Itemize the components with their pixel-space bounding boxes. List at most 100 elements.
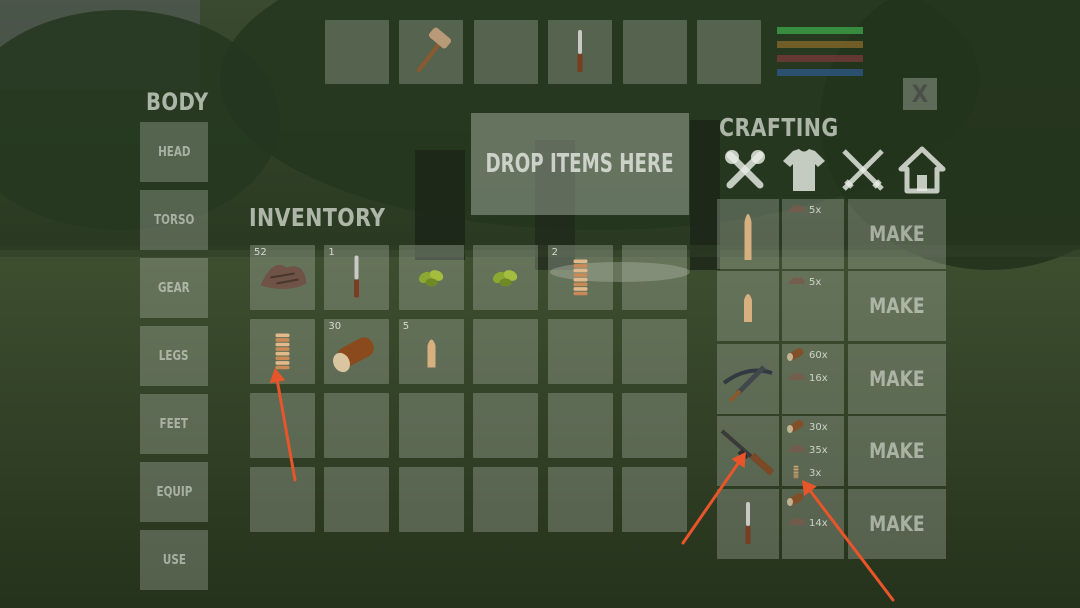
crossbow-icon <box>717 365 779 418</box>
requirement-row: 60x <box>786 347 828 364</box>
body-slot-feet[interactable]: FEET <box>140 394 208 454</box>
drop-zone-label: DROP ITEMS HERE <box>485 149 675 179</box>
wood-icon <box>786 347 806 364</box>
inventory-slot[interactable] <box>473 393 539 458</box>
inventory-slot[interactable] <box>324 467 390 532</box>
inventory-slot[interactable]: 30 <box>324 319 390 384</box>
wood-icon <box>786 492 806 509</box>
requirement-row <box>786 492 809 509</box>
tools-icon <box>720 150 770 199</box>
crafting-tab-weapons[interactable] <box>838 145 888 195</box>
inventory-slot[interactable] <box>622 245 687 310</box>
inventory-slot[interactable] <box>547 319 613 384</box>
inventory-slot[interactable] <box>473 467 539 532</box>
requirement-amount: 5x <box>809 277 822 289</box>
body-slot-use[interactable]: USE <box>140 530 208 590</box>
make-button[interactable]: MAKE <box>848 271 946 342</box>
requirement-row: 3x <box>786 465 821 482</box>
weapons-icon <box>838 149 888 199</box>
body-slot-equip[interactable]: EQUIP <box>140 462 208 522</box>
make-button-label: MAKE <box>869 222 925 246</box>
requirement-amount: 16x <box>809 372 828 384</box>
body-title: BODY <box>146 88 209 116</box>
requirement-row: 16x <box>786 370 828 387</box>
item-quantity: 30 <box>328 321 342 332</box>
recipe-requirements: 14x <box>782 488 844 559</box>
inventory-slot[interactable] <box>547 393 613 458</box>
requirement-row: 14x <box>786 515 828 532</box>
inventory-slot[interactable]: 1 <box>324 245 390 310</box>
inventory-slot[interactable] <box>324 393 390 458</box>
close-button[interactable]: X <box>903 78 937 110</box>
requirement-amount: 14x <box>809 517 828 529</box>
inventory-slot[interactable] <box>398 393 464 458</box>
recipe-requirements: 60x 16x <box>782 343 844 414</box>
rifle-bullet-icon <box>717 214 779 273</box>
item-quantity: 52 <box>254 247 267 258</box>
knife-icon <box>717 501 779 563</box>
inventory-slot[interactable] <box>473 319 539 384</box>
pistol-bullet-icon <box>717 294 779 345</box>
body-slot-gear[interactable]: GEAR <box>140 258 208 318</box>
scrap-icon <box>786 274 806 291</box>
inventory-title: INVENTORY <box>249 203 386 232</box>
hotbar-slot[interactable] <box>325 20 389 84</box>
requirement-row: 35x <box>786 442 828 459</box>
inventory-slot[interactable] <box>622 319 687 384</box>
inventory-slot[interactable] <box>622 467 687 532</box>
scrap-icon <box>786 370 806 387</box>
body-slot-legs[interactable]: LEGS <box>140 326 208 386</box>
inventory-slot[interactable]: 2 <box>547 245 613 310</box>
make-button[interactable]: MAKE <box>848 488 946 559</box>
crafting-tab-clothing[interactable] <box>779 145 829 195</box>
item-quantity: 2 <box>551 247 558 258</box>
recipe-requirements: 30x 35x 3x <box>782 416 844 487</box>
recipe-result <box>717 343 779 414</box>
body-slot-label: FEET <box>159 416 189 432</box>
requirement-amount: 3x <box>809 468 822 480</box>
rifle-icon <box>717 429 779 490</box>
hotbar-slot[interactable] <box>473 20 538 84</box>
inventory-slot[interactable] <box>398 245 464 310</box>
make-button-label: MAKE <box>869 439 925 464</box>
inventory-slot[interactable] <box>250 319 315 384</box>
hotbar-slot[interactable] <box>548 20 613 84</box>
crafting-tab-building[interactable] <box>897 145 947 195</box>
hotbar-slot[interactable] <box>399 20 464 84</box>
make-button-label: MAKE <box>869 366 925 391</box>
make-button[interactable]: MAKE <box>848 343 946 414</box>
make-button[interactable]: MAKE <box>848 199 946 269</box>
hotbar-slot[interactable] <box>622 20 687 84</box>
inventory-slot[interactable] <box>250 467 315 532</box>
body-slot-head[interactable]: HEAD <box>140 122 208 182</box>
hotbar-slot[interactable] <box>697 20 761 84</box>
body-slot-label: LEGS <box>159 348 189 364</box>
inventory-slot[interactable] <box>622 393 687 458</box>
health-bar <box>777 27 863 34</box>
recipe-result <box>717 199 779 269</box>
item-quantity: 5 <box>402 321 410 332</box>
make-button-label: MAKE <box>869 511 925 536</box>
thirst-bar <box>777 55 863 62</box>
make-button[interactable]: MAKE <box>848 416 946 487</box>
requirement-row: 30x <box>786 419 828 436</box>
recipe-requirements: 5x <box>782 271 844 342</box>
inventory-slot[interactable]: 5 <box>398 319 464 384</box>
hunger-bar <box>777 41 863 48</box>
inventory-slot[interactable] <box>398 467 464 532</box>
inventory-slot[interactable] <box>250 393 315 458</box>
crafting-tab-tools[interactable] <box>720 145 770 195</box>
make-button-label: MAKE <box>869 294 925 319</box>
recipe-result <box>717 488 779 559</box>
clothing-icon <box>779 149 829 199</box>
inventory-slot[interactable] <box>547 467 613 532</box>
building-icon <box>897 146 947 199</box>
recipe-result <box>717 416 779 487</box>
inventory-slot[interactable] <box>473 245 539 310</box>
inventory-slot[interactable]: 52 <box>250 245 315 310</box>
wood-icon <box>786 419 806 436</box>
drop-items-zone[interactable]: DROP ITEMS HERE <box>471 113 689 215</box>
crafting-title: CRAFTING <box>719 113 839 142</box>
body-slot-torso[interactable]: TORSO <box>140 190 208 250</box>
requirement-amount: 30x <box>809 422 828 434</box>
